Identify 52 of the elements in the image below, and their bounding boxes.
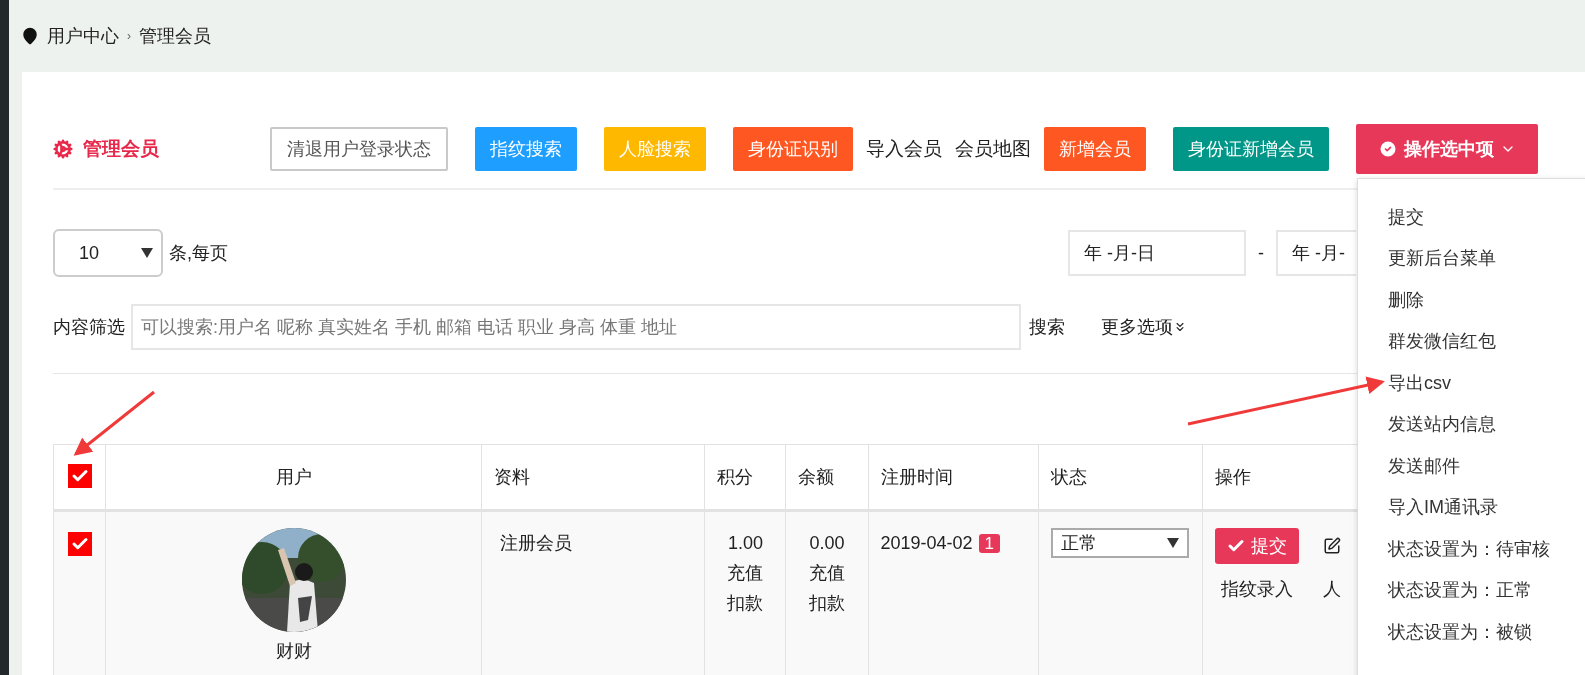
menu-item[interactable]: 发送邮件 bbox=[1358, 445, 1585, 487]
menu-item[interactable]: 导出csv bbox=[1358, 362, 1585, 404]
balance-value: 0.00 bbox=[808, 532, 846, 555]
search-link[interactable]: 搜索 bbox=[1029, 315, 1065, 339]
caret-icon bbox=[141, 248, 153, 258]
registration-date: 2019-04-02 bbox=[880, 533, 973, 553]
menu-item[interactable]: 状态设置为：被锁 bbox=[1358, 611, 1585, 653]
gear-icon bbox=[53, 138, 73, 159]
menu-item[interactable]: 更新后台菜单 bbox=[1358, 238, 1585, 280]
breadcrumb-link[interactable]: 管理会员 bbox=[139, 24, 211, 48]
action-menu-button[interactable]: 操作选中项 bbox=[1356, 123, 1538, 174]
toolbar-button[interactable]: 清退用户登录状态 bbox=[270, 126, 448, 171]
points-link[interactable]: 扣款 bbox=[717, 588, 774, 618]
breadcrumb-separator: › bbox=[127, 29, 131, 43]
action-link[interactable]: 指纹录入 bbox=[1220, 574, 1293, 604]
menu-item[interactable]: 提交 bbox=[1358, 196, 1585, 238]
page-size-label: 条,每页 bbox=[169, 242, 228, 265]
filter-label: 内容筛选 bbox=[53, 316, 125, 339]
check-circle-icon bbox=[1378, 138, 1398, 159]
submit-button[interactable]: 提交 bbox=[1214, 528, 1299, 564]
menu-item[interactable]: 状态设置为：待审核 bbox=[1358, 528, 1585, 570]
user-name: 财财 bbox=[274, 640, 313, 663]
menu-item[interactable]: 群发微信红包 bbox=[1358, 321, 1585, 363]
menu-item[interactable]: 发送站内信息 bbox=[1358, 404, 1585, 446]
toolbar-link[interactable]: 会员地图 bbox=[955, 135, 1031, 162]
points-link[interactable]: 充值 bbox=[717, 558, 774, 588]
menu-item[interactable]: 删除 bbox=[1358, 279, 1585, 321]
date-separator: - bbox=[1258, 242, 1264, 264]
more-options-link[interactable]: 更多选项 bbox=[1101, 315, 1187, 339]
points-value: 1.00 bbox=[726, 532, 764, 555]
edit-icon[interactable] bbox=[1322, 537, 1341, 555]
balance-link[interactable]: 充值 bbox=[798, 558, 856, 588]
toolbar-button[interactable]: 身份证新增会员 bbox=[1173, 126, 1329, 171]
checkbox[interactable] bbox=[67, 464, 92, 488]
search-field[interactable]: 可以搜索:用户名 呢称 真实姓名 手机 邮箱 电话 职业 身高 体重 地址 bbox=[131, 304, 1021, 350]
breadcrumb-link[interactable]: 用户中心 bbox=[47, 24, 119, 48]
action-link[interactable]: 人 bbox=[1322, 574, 1341, 604]
profile-text: 注册会员 bbox=[499, 533, 573, 553]
double-chevron-icon bbox=[1173, 320, 1187, 334]
checkbox[interactable] bbox=[67, 532, 92, 556]
start-date-field[interactable]: 年 -月-日 bbox=[1068, 230, 1246, 276]
balance-link[interactable]: 扣款 bbox=[798, 588, 856, 618]
caret-icon bbox=[1166, 538, 1179, 548]
menu-item[interactable]: 状态设置为：正常 bbox=[1358, 570, 1585, 612]
panel-title: 管理会员 bbox=[83, 136, 159, 161]
menu-item[interactable]: 导入IM通讯录 bbox=[1358, 487, 1585, 529]
location-icon bbox=[21, 27, 39, 45]
status-select[interactable]: 正常 bbox=[1050, 528, 1189, 558]
end-date-field[interactable]: 年 -月- bbox=[1276, 230, 1356, 276]
page-size-select[interactable]: 10 bbox=[53, 229, 163, 277]
count-badge: 1 bbox=[978, 534, 1001, 553]
toolbar-link[interactable]: 导入会员 bbox=[866, 135, 942, 162]
